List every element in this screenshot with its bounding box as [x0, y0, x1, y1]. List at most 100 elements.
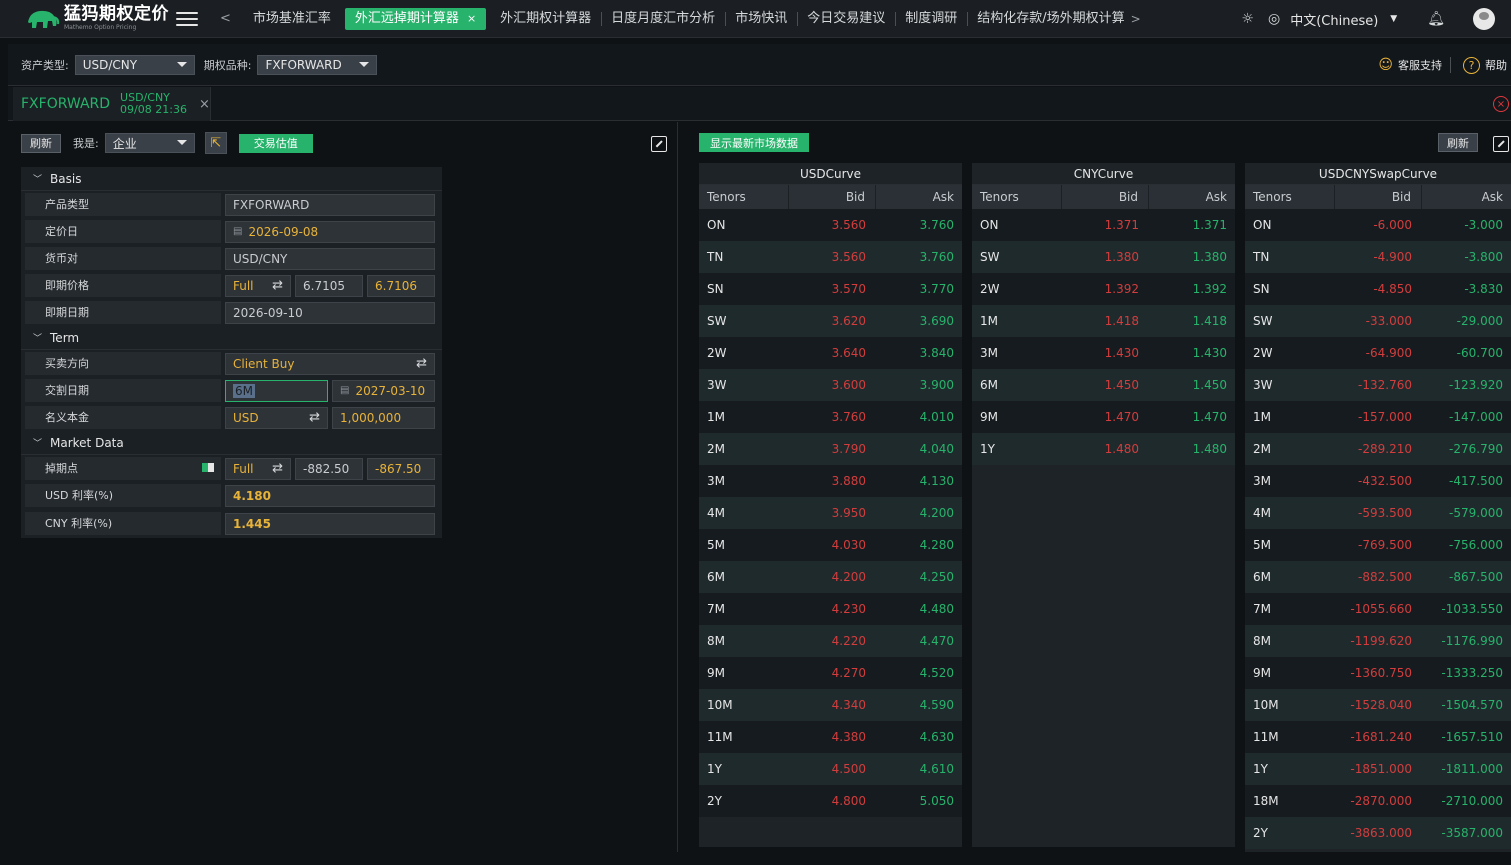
tenor-cell: 2W	[1253, 346, 1273, 360]
bid-cell: -64.900	[1365, 346, 1412, 360]
usd-rate-field[interactable]: 4.180	[225, 484, 435, 507]
refresh-curves-button[interactable]: 刷新	[1438, 133, 1478, 152]
tenor-cell: SN	[1253, 282, 1270, 296]
bid-cell: 3.620	[831, 314, 866, 328]
close-all-icon[interactable]: ×	[1493, 96, 1509, 112]
support-icon[interactable]: ☺	[1378, 57, 1393, 73]
swap-bid-field[interactable]: -882.50	[295, 457, 363, 480]
trade-valuation-button[interactable]: 交易估值	[238, 133, 313, 153]
role-select[interactable]: 企业	[104, 133, 195, 153]
row-notional: 名义本金 USD ⇄ 1,000,000	[21, 404, 442, 431]
bid-cell: 4.380	[831, 730, 866, 744]
product-type-label: 期权品种:	[203, 58, 252, 72]
usdcny-swap-curve-table: USDCNYSwapCurve Tenors Bid Ask ON -6.000 -…	[1245, 163, 1511, 852]
tenor-cell: 6M	[707, 570, 725, 584]
notional-currency-toggle[interactable]: USD ⇄	[225, 406, 328, 429]
tenor-cell: 8M	[1253, 634, 1271, 648]
table-row: 5M -769.500 -756.000	[1245, 529, 1511, 561]
section-market-data[interactable]: ﹀ Market Data	[21, 431, 442, 455]
expand-icon[interactable]	[1493, 136, 1509, 152]
pricing-date-label: 定价日	[25, 220, 221, 243]
table-row: 9M -1360.750 -1333.250	[1245, 657, 1511, 689]
bid-cell: -593.500	[1358, 506, 1412, 520]
language-selector[interactable]: 中文(Chinese) ▼	[1290, 10, 1397, 29]
notional-input[interactable]: 1,000,000	[332, 406, 435, 429]
divider	[1450, 57, 1451, 73]
spot-mode-toggle[interactable]: Full ⇄	[225, 274, 291, 297]
tenor-cell: SW	[707, 314, 727, 328]
table-row: 1M 3.760 4.010	[699, 401, 962, 433]
swap-arrows-icon: ⇄	[309, 410, 320, 425]
tab-market-benchmark-rate[interactable]: 市场基准汇率	[243, 8, 341, 30]
tab-fx-option-calculator[interactable]: 外汇期权计算器	[490, 8, 601, 30]
delivery-tenor-input[interactable]: 6M	[225, 379, 328, 402]
tenor-cell: 1M	[707, 410, 725, 424]
ask-cell: -1333.250	[1441, 666, 1503, 680]
spot-bid-field[interactable]: 6.7105	[295, 274, 363, 297]
show-latest-market-data-button[interactable]: 显示最新市场数据	[699, 133, 809, 152]
ask-cell: 3.900	[919, 378, 954, 392]
pricing-date-field[interactable]: ▤ 2026-09-08	[225, 220, 435, 243]
tab-fx-forward-swap-calculator[interactable]: 外汇远掉期计算器 ×	[344, 7, 487, 30]
cny-rate-field[interactable]: 1.445	[225, 512, 435, 535]
tab-policy-research[interactable]: 制度调研	[895, 8, 967, 30]
logo[interactable]: 猛犸期权定价 Mathemo Option Pricing	[0, 0, 172, 38]
tab-trade-suggestion[interactable]: 今日交易建议	[797, 8, 895, 30]
customer-support-link[interactable]: 客服支持	[1398, 57, 1442, 73]
row-currency-pair: 货币对 USD/CNY	[21, 245, 442, 272]
tenor-cell: 1M	[1253, 410, 1271, 424]
nav-prev-icon[interactable]: <	[220, 11, 231, 26]
swap-ask-field[interactable]: -867.50	[367, 457, 435, 480]
export-icon[interactable]: ⇱	[204, 132, 227, 154]
section-basis[interactable]: ﹀ Basis	[21, 167, 442, 191]
section-term[interactable]: ﹀ Term	[21, 326, 442, 350]
menu-icon[interactable]	[176, 10, 198, 28]
doc-tab-fxforward[interactable]: FXFORWARD USD/CNY 09/08 21:36 ×	[13, 87, 211, 121]
bid-cell: 3.790	[831, 442, 866, 456]
tenor-cell: 8M	[707, 634, 725, 648]
tab-structured-deposit[interactable]: 结构化存款/场外期权计算	[967, 8, 1134, 30]
bid-cell: 3.570	[831, 282, 866, 296]
ask-cell: 4.250	[919, 570, 954, 584]
bid-cell: -3863.000	[1350, 826, 1412, 840]
ask-cell: 4.280	[919, 538, 954, 552]
document-tabs: FXFORWARD USD/CNY 09/08 21:36 × ×	[8, 87, 1511, 121]
expand-icon[interactable]	[651, 136, 667, 152]
chart-toggle-icon[interactable]	[202, 463, 214, 472]
tab-market-news[interactable]: 市场快讯	[725, 8, 797, 30]
help-link[interactable]: 帮助	[1485, 57, 1507, 73]
help-icon[interactable]: ?	[1463, 56, 1480, 74]
curve-body: ON -6.000 -3.000 TN -4.900 -3.800 SN -4.850 -3.8…	[1245, 209, 1511, 849]
ask-cell: 4.610	[919, 762, 954, 776]
direction-toggle[interactable]: Client Buy ⇄	[225, 352, 435, 375]
theme-toggle-icon[interactable]: ◎	[1268, 11, 1280, 27]
product-type-select[interactable]: FXFORWARD	[257, 54, 378, 75]
bid-cell: 1.430	[1104, 346, 1139, 360]
spot-ask-field[interactable]: 6.7106	[367, 274, 435, 297]
ask-cell: 3.770	[919, 282, 954, 296]
bid-cell: 4.230	[831, 602, 866, 616]
table-row: 8M -1199.620 -1176.990	[1245, 625, 1511, 657]
bid-cell: 3.560	[831, 250, 866, 264]
refresh-button[interactable]: 刷新	[21, 133, 61, 153]
tenor-cell: 3W	[707, 378, 727, 392]
currency-pair-label: 货币对	[25, 247, 221, 270]
tenor-cell: 2M	[1253, 442, 1271, 456]
swap-mode-toggle[interactable]: Full ⇄	[225, 457, 291, 480]
bid-cell: -289.210	[1358, 442, 1412, 456]
theme-sun-icon[interactable]: ☼	[1241, 11, 1254, 27]
bid-cell: 3.880	[831, 474, 866, 488]
avatar[interactable]	[1473, 8, 1495, 30]
bell-icon[interactable]: 🔔︎	[1427, 11, 1445, 27]
tenor-cell: 7M	[1253, 602, 1271, 616]
ask-cell: 3.760	[919, 250, 954, 264]
swap-arrows-icon: ⇄	[416, 356, 427, 371]
row-delivery-date: 交割日期 6M ▤ 2027-03-10	[21, 377, 442, 404]
table-row: ON 3.560 3.760	[699, 209, 962, 241]
tab-fx-market-analysis[interactable]: 日度月度汇市分析	[601, 8, 725, 30]
col-ask: Ask	[1205, 190, 1227, 204]
asset-type-select[interactable]: USD/CNY	[74, 54, 195, 75]
tab-close-icon[interactable]: ×	[467, 12, 476, 25]
delivery-date-field[interactable]: ▤ 2027-03-10	[332, 379, 435, 402]
close-icon[interactable]: ×	[199, 97, 210, 112]
